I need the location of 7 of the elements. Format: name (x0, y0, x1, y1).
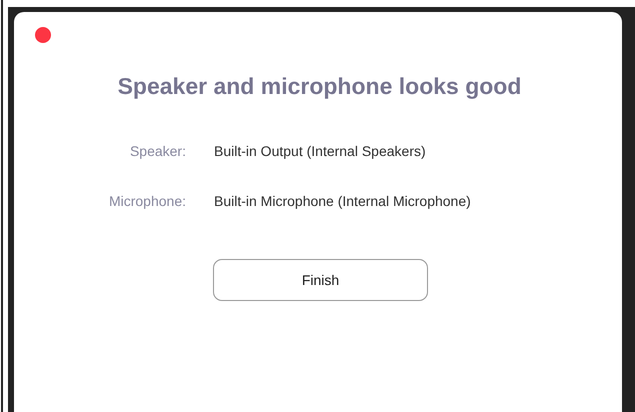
close-button[interactable] (35, 27, 51, 43)
field-value: Built-in Microphone (Internal Microphone) (214, 193, 472, 209)
field-value: Built-in Output (Internal Speakers) (214, 143, 427, 159)
finish-button[interactable]: Finish (213, 259, 428, 301)
field-label: Speaker: (128, 143, 186, 159)
field-label: Microphone: (108, 193, 186, 209)
dialog-title: Speaker and microphone looks good (116, 73, 522, 100)
